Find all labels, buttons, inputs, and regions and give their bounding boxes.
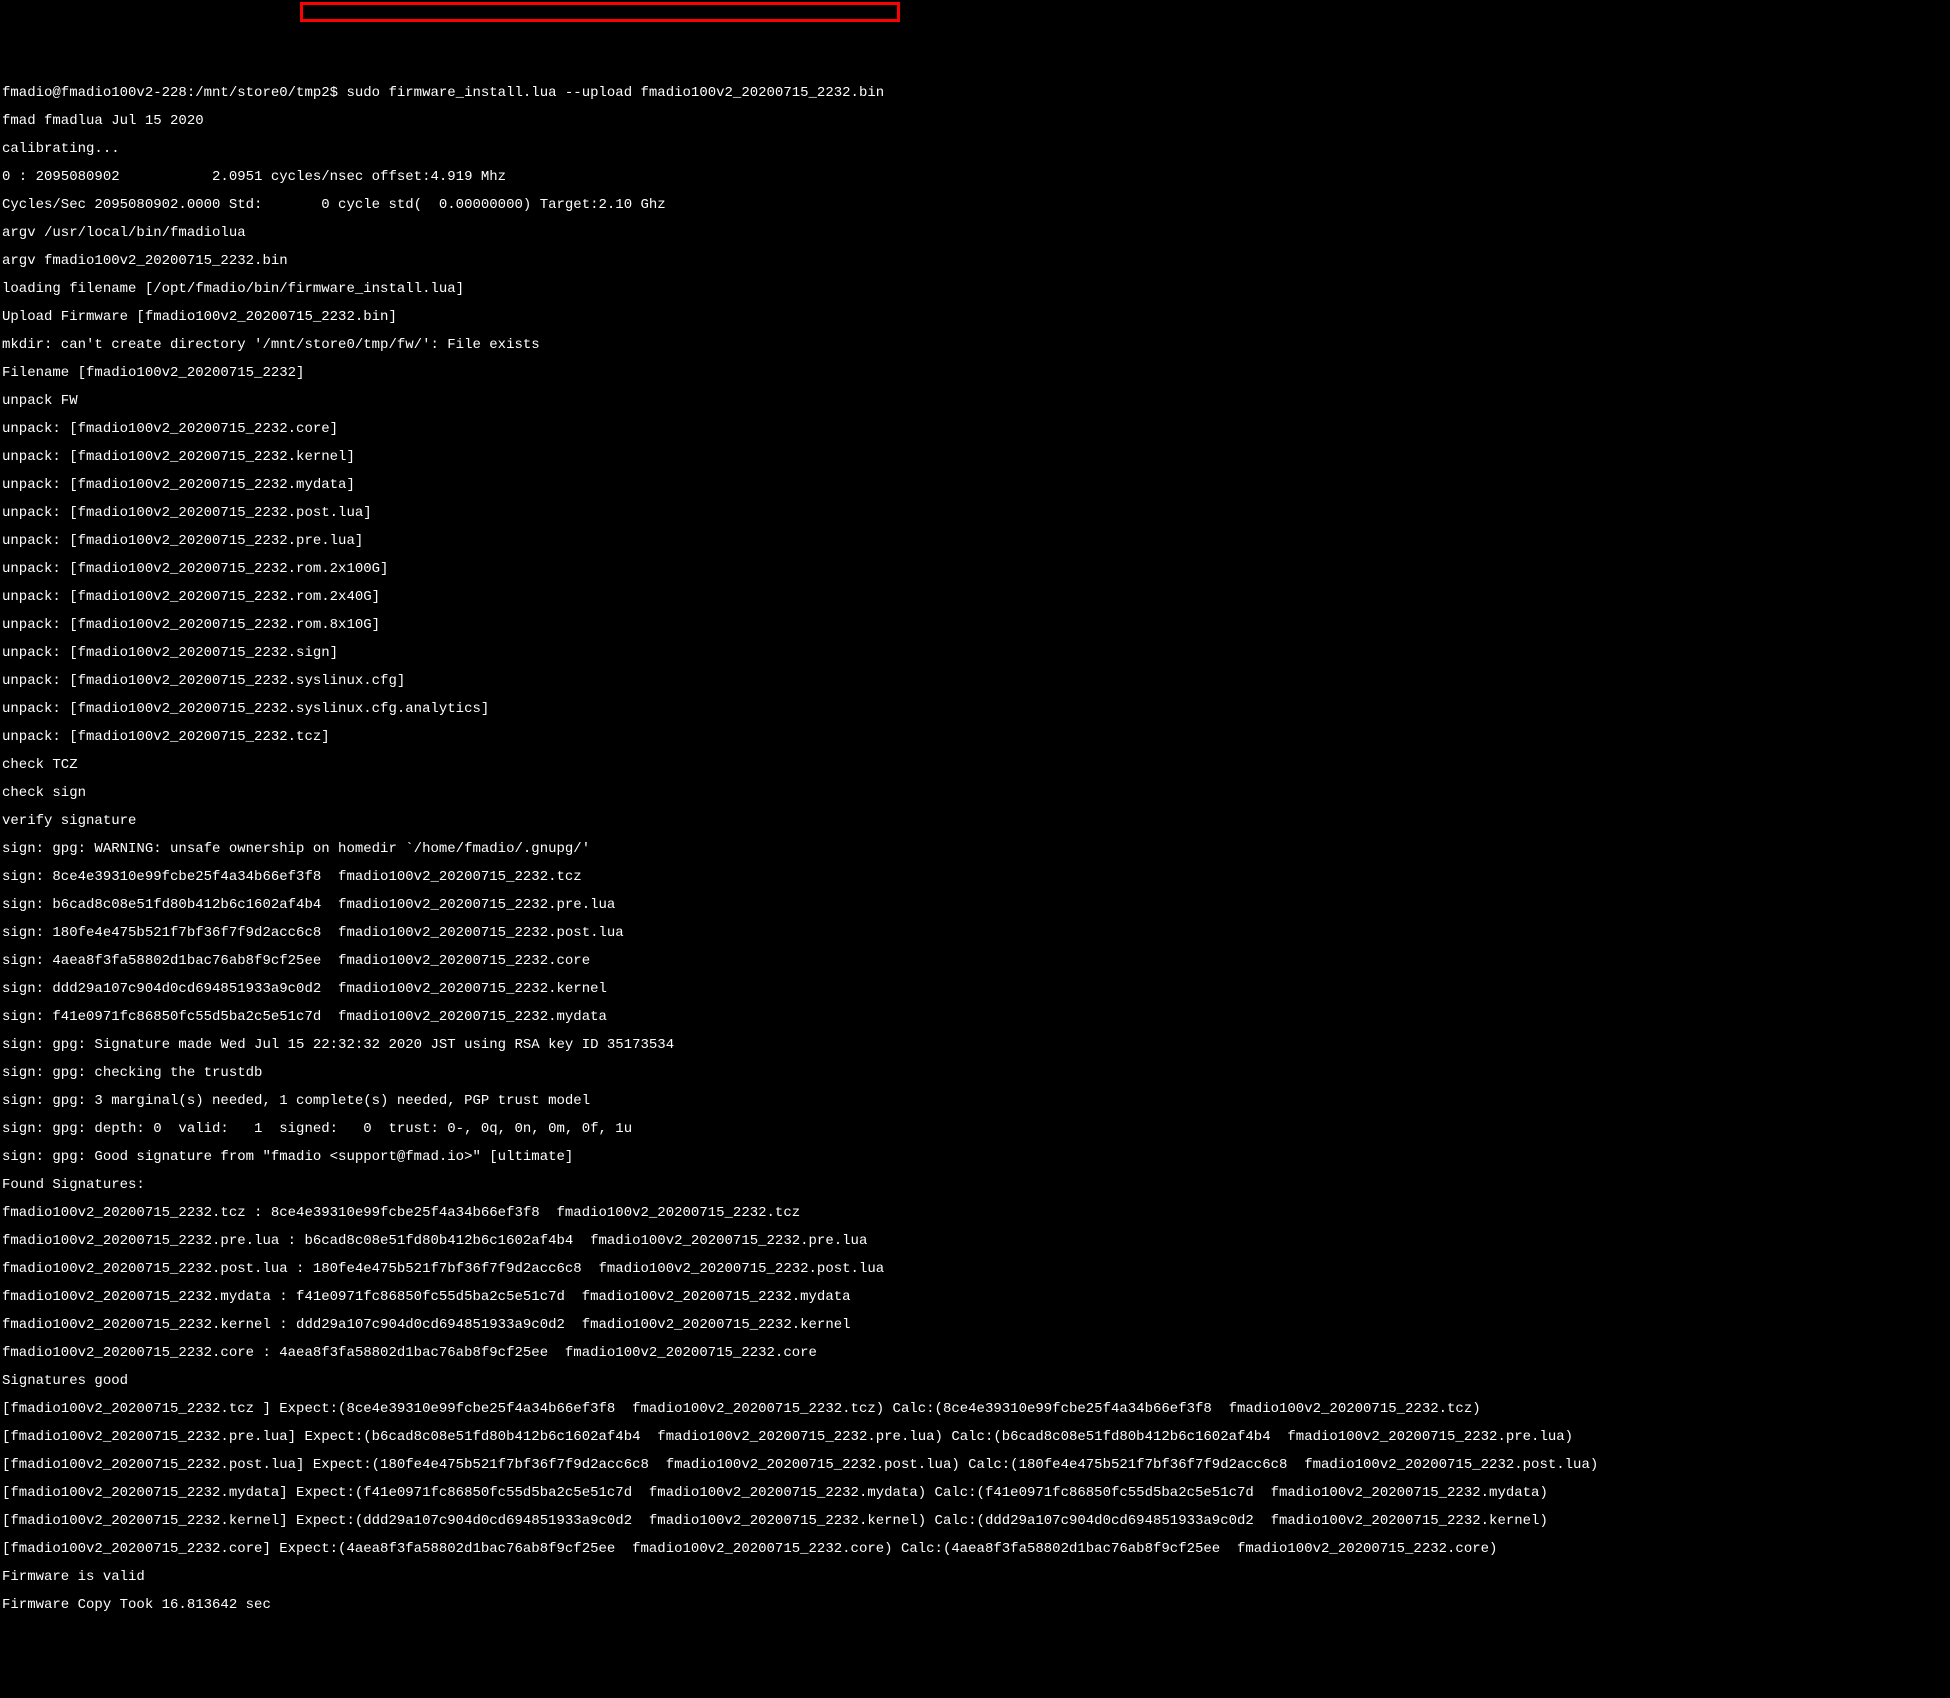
terminal-line: sign: b6cad8c08e51fd80b412b6c1602af4b4 f… — [2, 898, 1948, 912]
terminal-line: unpack: [fmadio100v2_20200715_2232.sign] — [2, 646, 1948, 660]
terminal-line: unpack: [fmadio100v2_20200715_2232.rom.8… — [2, 618, 1948, 632]
terminal-line: unpack: [fmadio100v2_20200715_2232.rom.2… — [2, 562, 1948, 576]
terminal-line: sign: gpg: depth: 0 valid: 1 signed: 0 t… — [2, 1122, 1948, 1136]
terminal-line: Filename [fmadio100v2_20200715_2232] — [2, 366, 1948, 380]
terminal-line: calibrating... — [2, 142, 1948, 156]
terminal-line: verify signature — [2, 814, 1948, 828]
terminal-line: unpack FW — [2, 394, 1948, 408]
terminal-line: [fmadio100v2_20200715_2232.mydata] Expec… — [2, 1486, 1948, 1500]
terminal-output[interactable]: fmadio@fmadio100v2-228:/mnt/store0/tmp2$… — [2, 72, 1948, 1626]
terminal-line: unpack: [fmadio100v2_20200715_2232.mydat… — [2, 478, 1948, 492]
terminal-line: sign: ddd29a107c904d0cd694851933a9c0d2 f… — [2, 982, 1948, 996]
terminal-line: sign: gpg: Signature made Wed Jul 15 22:… — [2, 1038, 1948, 1052]
terminal-line: Upload Firmware [fmadio100v2_20200715_22… — [2, 310, 1948, 324]
terminal-line: [fmadio100v2_20200715_2232.core] Expect:… — [2, 1542, 1948, 1556]
terminal-line: sign: gpg: WARNING: unsafe ownership on … — [2, 842, 1948, 856]
terminal-line: unpack: [fmadio100v2_20200715_2232.core] — [2, 422, 1948, 436]
terminal-line: [fmadio100v2_20200715_2232.kernel] Expec… — [2, 1514, 1948, 1528]
terminal-line: unpack: [fmadio100v2_20200715_2232.post.… — [2, 506, 1948, 520]
terminal-line: sign: 180fe4e475b521f7bf36f7f9d2acc6c8 f… — [2, 926, 1948, 940]
terminal-line: fmadio100v2_20200715_2232.core : 4aea8f3… — [2, 1346, 1948, 1360]
terminal-line: sign: 4aea8f3fa58802d1bac76ab8f9cf25ee f… — [2, 954, 1948, 968]
terminal-line: [fmadio100v2_20200715_2232.post.lua] Exp… — [2, 1458, 1948, 1472]
terminal-line: Signatures good — [2, 1374, 1948, 1388]
terminal-line: 0 : 2095080902 2.0951 cycles/nsec offset… — [2, 170, 1948, 184]
terminal-line: unpack: [fmadio100v2_20200715_2232.rom.2… — [2, 590, 1948, 604]
terminal-line: Firmware is valid — [2, 1570, 1948, 1584]
terminal-line: fmadio100v2_20200715_2232.kernel : ddd29… — [2, 1318, 1948, 1332]
terminal-line: argv fmadio100v2_20200715_2232.bin — [2, 254, 1948, 268]
terminal-line: sign: gpg: 3 marginal(s) needed, 1 compl… — [2, 1094, 1948, 1108]
terminal-line: mkdir: can't create directory '/mnt/stor… — [2, 338, 1948, 352]
terminal-line: unpack: [fmadio100v2_20200715_2232.sysli… — [2, 674, 1948, 688]
terminal-line: Cycles/Sec 2095080902.0000 Std: 0 cycle … — [2, 198, 1948, 212]
terminal-line: unpack: [fmadio100v2_20200715_2232.kerne… — [2, 450, 1948, 464]
terminal-line: Firmware Copy Took 16.813642 sec — [2, 1598, 1948, 1612]
terminal-line: argv /usr/local/bin/fmadiolua — [2, 226, 1948, 240]
terminal-line: unpack: [fmadio100v2_20200715_2232.tcz] — [2, 730, 1948, 744]
terminal-line: sign: gpg: checking the trustdb — [2, 1066, 1948, 1080]
terminal-line: fmadio100v2_20200715_2232.post.lua : 180… — [2, 1262, 1948, 1276]
terminal-line: sign: 8ce4e39310e99fcbe25f4a34b66ef3f8 f… — [2, 870, 1948, 884]
terminal-line: fmadio100v2_20200715_2232.pre.lua : b6ca… — [2, 1234, 1948, 1248]
terminal-line: fmadio100v2_20200715_2232.tcz : 8ce4e393… — [2, 1206, 1948, 1220]
terminal-line: [fmadio100v2_20200715_2232.tcz ] Expect:… — [2, 1402, 1948, 1416]
terminal-line: Found Signatures: — [2, 1178, 1948, 1192]
terminal-line: check TCZ — [2, 758, 1948, 772]
terminal-line: fmadio100v2_20200715_2232.mydata : f41e0… — [2, 1290, 1948, 1304]
terminal-line: sign: f41e0971fc86850fc55d5ba2c5e51c7d f… — [2, 1010, 1948, 1024]
terminal-line: fmadio@fmadio100v2-228:/mnt/store0/tmp2$… — [2, 86, 1948, 100]
command-highlight-box — [300, 2, 900, 22]
terminal-line: check sign — [2, 786, 1948, 800]
terminal-line: sign: gpg: Good signature from "fmadio <… — [2, 1150, 1948, 1164]
terminal-line: unpack: [fmadio100v2_20200715_2232.sysli… — [2, 702, 1948, 716]
terminal-line: fmad fmadlua Jul 15 2020 — [2, 114, 1948, 128]
terminal-line: [fmadio100v2_20200715_2232.pre.lua] Expe… — [2, 1430, 1948, 1444]
terminal-line: loading filename [/opt/fmadio/bin/firmwa… — [2, 282, 1948, 296]
terminal-line: unpack: [fmadio100v2_20200715_2232.pre.l… — [2, 534, 1948, 548]
